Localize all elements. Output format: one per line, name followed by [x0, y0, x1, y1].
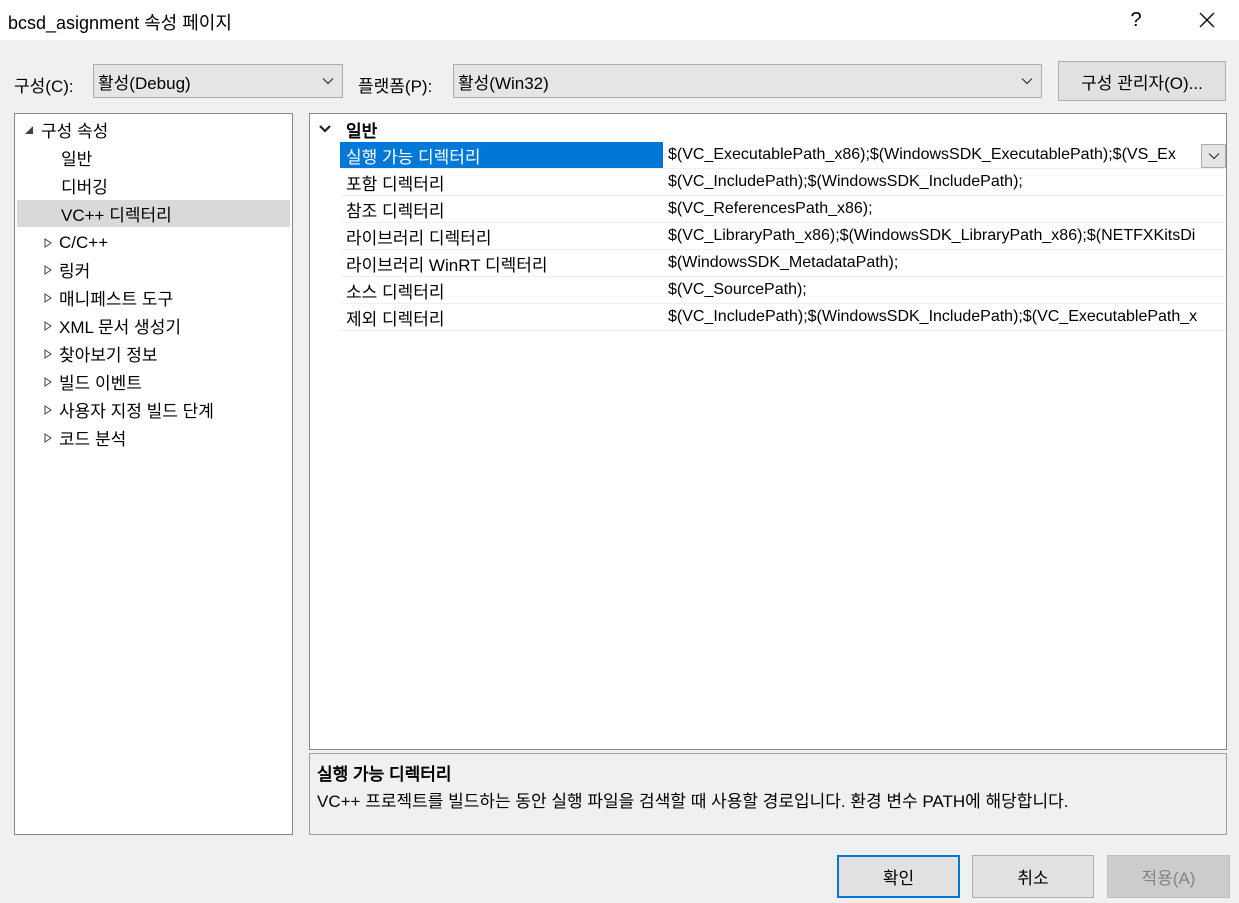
tree-item-label: 빌드 이벤트	[59, 374, 142, 393]
chevron-down-icon	[1021, 78, 1033, 85]
property-name: 라이브러리 디렉터리	[346, 228, 492, 248]
property-row-include-dirs[interactable]: 포함 디렉터리 $(VC_IncludePath);$(WindowsSDK_I…	[340, 169, 1226, 196]
property-tree: 구성 속성 일반 디버깅 VC++ 디렉터리 C/C++ 링커 매니페스트 도구…	[14, 113, 293, 835]
collapsed-triangle-icon	[44, 377, 52, 387]
tree-item-label: 찾아보기 정보	[59, 346, 158, 365]
tree-item-label: XML 문서 생성기	[59, 318, 181, 337]
property-row-winrt-library-dirs[interactable]: 라이브러리 WinRT 디렉터리 $(WindowsSDK_MetadataPa…	[340, 250, 1226, 277]
property-row-library-dirs[interactable]: 라이브러리 디렉터리 $(VC_LibraryPath_x86);$(Windo…	[340, 223, 1226, 250]
collapsed-triangle-icon	[44, 265, 52, 275]
expanded-triangle-icon	[25, 126, 33, 134]
tree-item-custom-build-step[interactable]: 사용자 지정 빌드 단계	[15, 396, 292, 423]
apply-label: 적용(A)	[1141, 869, 1196, 888]
platform-value: 활성(Win32)	[458, 73, 549, 93]
description-panel: 실행 가능 디렉터리 VC++ 프로젝트를 빌드하는 동안 실행 파일을 검색할…	[309, 753, 1227, 835]
chevron-down-icon	[322, 78, 334, 85]
tree-item-build-events[interactable]: 빌드 이벤트	[15, 368, 292, 395]
property-name: 포함 디렉터리	[346, 174, 445, 194]
property-row-executable-dirs[interactable]: 실행 가능 디렉터리 $(VC_ExecutablePath_x86);$(Wi…	[340, 142, 1226, 169]
tree-item-xml-doc-generator[interactable]: XML 문서 생성기	[15, 312, 292, 339]
cancel-button[interactable]: 취소	[972, 855, 1094, 898]
description-text: VC++ 프로젝트를 빌드하는 동안 실행 파일을 검색할 때 사용할 경로입니…	[317, 792, 1069, 811]
property-name: 제외 디렉터리	[346, 309, 445, 329]
property-grid: 일반 실행 가능 디렉터리 $(VC_ExecutablePath_x86);$…	[309, 113, 1227, 750]
help-icon: ?	[1130, 8, 1142, 31]
config-label: 구성(C):	[14, 77, 74, 96]
property-row-reference-dirs[interactable]: 참조 디렉터리 $(VC_ReferencesPath_x86);	[340, 196, 1226, 223]
description-title: 실행 가능 디렉터리	[317, 765, 452, 784]
category-label: 일반	[346, 121, 378, 141]
property-row-exclude-dirs[interactable]: 제외 디렉터리 $(VC_IncludePath);$(WindowsSDK_I…	[340, 304, 1226, 331]
ok-button[interactable]: 확인	[837, 855, 960, 898]
title-bar: bcsd_asignment 속성 페이지 ?	[0, 0, 1239, 40]
config-manager-button[interactable]: 구성 관리자(O)...	[1058, 61, 1226, 101]
apply-button[interactable]: 적용(A)	[1107, 855, 1230, 898]
platform-dropdown[interactable]: 활성(Win32)	[453, 64, 1042, 98]
property-value: $(VC_IncludePath);$(WindowsSDK_IncludePa…	[668, 308, 1198, 325]
tree-item-linker[interactable]: 링커	[15, 256, 292, 283]
window-title: bcsd_asignment 속성 페이지	[8, 13, 232, 33]
config-value: 활성(Debug)	[98, 73, 191, 93]
tree-item-label: 디버깅	[61, 178, 108, 197]
tree-item-label: 코드 분석	[59, 430, 127, 449]
value-dropdown-button[interactable]	[1201, 144, 1226, 168]
close-icon	[1199, 12, 1215, 28]
property-row-source-dirs[interactable]: 소스 디렉터리 $(VC_SourcePath);	[340, 277, 1226, 304]
collapsed-triangle-icon	[44, 405, 52, 415]
property-value: $(VC_ExecutablePath_x86);$(WindowsSDK_Ex…	[668, 146, 1176, 163]
tree-item-label: C/C++	[59, 232, 109, 252]
tree-item-browse-info[interactable]: 찾아보기 정보	[15, 340, 292, 367]
category-general[interactable]: 일반	[310, 116, 1226, 142]
property-value: $(VC_IncludePath);$(WindowsSDK_IncludePa…	[668, 173, 1023, 190]
tree-item-label: 링커	[59, 262, 91, 281]
config-dropdown[interactable]: 활성(Debug)	[93, 64, 343, 98]
tree-item-vc-directories[interactable]: VC++ 디렉터리	[17, 200, 290, 227]
platform-label: 플랫폼(P):	[358, 77, 433, 96]
ok-label: 확인	[882, 869, 915, 888]
config-manager-label: 구성 관리자(O)...	[1081, 73, 1203, 93]
collapsed-triangle-icon	[44, 321, 52, 331]
tree-item-label: 사용자 지정 빌드 단계	[59, 402, 214, 421]
property-value: $(WindowsSDK_MetadataPath);	[668, 254, 899, 271]
collapsed-triangle-icon	[44, 433, 52, 443]
help-button[interactable]: ?	[1113, 0, 1159, 40]
chevron-down-icon	[319, 125, 331, 133]
tree-item-label: 구성 속성	[41, 122, 109, 141]
collapsed-triangle-icon	[44, 293, 52, 303]
collapsed-triangle-icon	[44, 349, 52, 359]
chevron-down-icon	[1208, 153, 1219, 160]
tree-item-label: 매니페스트 도구	[59, 290, 174, 309]
tree-item-config-properties[interactable]: 구성 속성	[15, 116, 292, 143]
tree-item-manifest-tool[interactable]: 매니페스트 도구	[15, 284, 292, 311]
tree-item-c-cpp[interactable]: C/C++	[15, 229, 292, 256]
tree-item-general[interactable]: 일반	[15, 144, 292, 171]
tree-item-label: 일반	[61, 150, 93, 169]
property-name: 소스 디렉터리	[346, 282, 445, 302]
tree-item-debugging[interactable]: 디버깅	[15, 172, 292, 199]
property-value: $(VC_SourcePath);	[668, 281, 807, 298]
cancel-label: 취소	[1017, 869, 1049, 888]
property-name: 실행 가능 디렉터리	[340, 142, 663, 168]
tree-item-label: VC++ 디렉터리	[61, 206, 172, 225]
property-value: $(VC_LibraryPath_x86);$(WindowsSDK_Libra…	[668, 227, 1196, 244]
tree-item-code-analysis[interactable]: 코드 분석	[15, 424, 292, 451]
property-value: $(VC_ReferencesPath_x86);	[668, 200, 873, 217]
property-name: 라이브러리 WinRT 디렉터리	[346, 255, 548, 275]
property-name: 참조 디렉터리	[346, 201, 445, 221]
collapsed-triangle-icon	[44, 238, 52, 248]
close-button[interactable]	[1184, 0, 1230, 40]
